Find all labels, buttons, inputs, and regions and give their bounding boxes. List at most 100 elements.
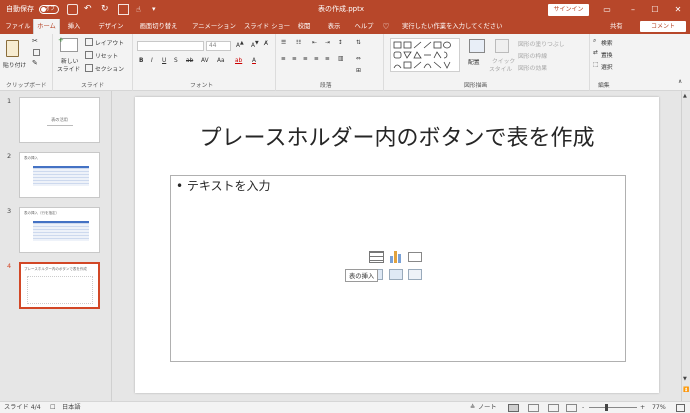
reset-icon[interactable] (85, 51, 93, 59)
numbering-icon[interactable]: ☷ (296, 40, 301, 46)
signin-button[interactable]: サインイン (548, 4, 589, 16)
spelling-icon[interactable]: ☐ (50, 402, 56, 413)
slide-title[interactable]: プレースホルダー内のボタンで表を作成 (135, 120, 659, 152)
spacing-icon[interactable]: AV (201, 58, 209, 64)
new-slide-label-2[interactable]: スライド (57, 64, 80, 73)
paste-label[interactable]: 貼り付け (3, 60, 26, 69)
placeholder-bullet-text[interactable]: • テキストを入力 (176, 177, 271, 194)
zoom-level[interactable]: 77% (652, 402, 666, 413)
insert-smartart-icon[interactable] (408, 252, 422, 262)
cut-icon[interactable]: ✂ (32, 37, 38, 45)
font-color-icon[interactable]: A (252, 58, 256, 64)
zoom-slider-track[interactable] (589, 404, 637, 411)
collapse-ribbon-icon[interactable]: ∧ (678, 79, 682, 85)
normal-view-icon[interactable] (508, 404, 519, 412)
search-icon[interactable]: ⌕ (593, 38, 596, 45)
redo-icon[interactable]: ↻ (101, 0, 109, 19)
format-painter-icon[interactable]: ✎ (32, 59, 38, 67)
comment-button[interactable]: コメント (640, 21, 686, 32)
increase-indent-icon[interactable]: ⇥ (325, 40, 330, 46)
distribute-icon[interactable]: ≡ (325, 56, 330, 62)
zoom-slider-thumb[interactable] (605, 404, 608, 411)
line-spacing-icon[interactable]: ↕ (338, 40, 343, 46)
ribbon-display-icon[interactable]: ▭ (601, 4, 613, 15)
select-button[interactable]: 選択 (601, 62, 613, 71)
insert-video-icon[interactable] (408, 269, 422, 280)
notes-icon[interactable]: ≜ (470, 402, 475, 413)
zoom-in-button[interactable]: + (640, 402, 645, 413)
quick-style-label-2[interactable]: スタイル (489, 64, 512, 73)
shape-fill-button[interactable]: 図形の塗りつぶし (518, 39, 564, 48)
tab-view[interactable]: 表示 (324, 19, 344, 34)
from-beginning-icon[interactable] (118, 4, 129, 15)
align-text-icon[interactable]: ⇔ (356, 56, 361, 62)
clear-format-icon[interactable]: A̸ (264, 41, 268, 47)
align-right-icon[interactable]: ≡ (303, 56, 308, 62)
insert-online-picture-icon[interactable] (389, 269, 403, 280)
align-left-icon[interactable]: ≡ (281, 56, 286, 62)
slideshow-view-icon[interactable] (566, 404, 577, 412)
scroll-up-icon[interactable]: ▲ (683, 93, 687, 99)
maximize-button[interactable]: ☐ (649, 4, 661, 15)
copy-icon[interactable] (33, 49, 40, 56)
thumbnail-slide-2[interactable]: 表の挿入 (19, 152, 100, 198)
align-center-icon[interactable]: ≡ (292, 56, 297, 62)
zoom-out-button[interactable]: - (582, 402, 584, 413)
italic-icon[interactable]: I (151, 58, 153, 64)
layout-icon[interactable] (85, 38, 93, 46)
save-icon[interactable] (67, 4, 78, 15)
thumbnail-slide-1[interactable]: 表の活用 (19, 97, 100, 143)
close-button[interactable]: ✕ (672, 4, 684, 15)
tab-home[interactable]: ホーム (33, 19, 60, 34)
tab-help[interactable]: ヘルプ (354, 19, 374, 34)
thumbnail-slide-3[interactable]: 表の挿入（行を指定） (19, 207, 100, 253)
arrange-icon[interactable] (469, 39, 485, 53)
undo-icon[interactable]: ↶ (84, 0, 92, 19)
fit-to-window-icon[interactable] (676, 404, 685, 412)
shadow-icon[interactable]: S (174, 58, 178, 64)
slide-sorter-icon[interactable] (528, 404, 539, 412)
select-icon[interactable]: ⬚ (593, 62, 598, 68)
tab-review[interactable]: 校閲 (294, 19, 314, 34)
font-size-dropdown[interactable]: 44 (206, 41, 231, 51)
decrease-indent-icon[interactable]: ⇤ (312, 40, 317, 46)
vertical-scrollbar[interactable]: ▲ ▼ ⏫ (681, 91, 690, 401)
bold-icon[interactable]: B (139, 58, 143, 64)
paste-icon[interactable] (6, 40, 19, 57)
content-placeholder[interactable]: • テキストを入力 表の挿入 (170, 175, 626, 362)
layout-button[interactable]: レイアウト (95, 38, 124, 47)
language-indicator[interactable]: 日本語 (62, 402, 81, 413)
justify-icon[interactable]: ≡ (314, 56, 319, 62)
prev-slide-icon[interactable]: ⏫ (683, 387, 689, 393)
tab-transitions[interactable]: 画面切り替え (135, 19, 182, 34)
tab-file[interactable]: ファイル (4, 19, 32, 34)
section-icon[interactable] (85, 64, 93, 72)
reset-button[interactable]: リセット (95, 51, 118, 60)
tab-slideshow[interactable]: スライド ショー (244, 19, 290, 34)
new-slide-icon[interactable]: + (58, 36, 78, 52)
replace-icon[interactable]: ⇄ (593, 50, 598, 56)
strike-icon[interactable]: ab (186, 58, 193, 64)
customize-qat-icon[interactable]: ▾ (152, 0, 156, 19)
highlight-icon[interactable]: ab (235, 58, 242, 64)
text-direction-icon[interactable]: ⇅ (356, 40, 361, 46)
replace-button[interactable]: 置換 (601, 50, 613, 59)
change-case-icon[interactable]: Aa (217, 58, 225, 64)
tab-animations[interactable]: アニメーション (190, 19, 238, 34)
find-button[interactable]: 検索 (601, 38, 613, 47)
slide-canvas[interactable]: プレースホルダー内のボタンで表を作成 • テキストを入力 表の挿入 (135, 97, 659, 393)
quick-style-icon[interactable] (495, 39, 509, 53)
font-name-dropdown[interactable] (137, 41, 204, 51)
shape-effect-button[interactable]: 図形の効果 (518, 63, 547, 72)
shrink-font-icon[interactable]: A▼ (251, 41, 259, 49)
shape-outline-button[interactable]: 図形の枠線 (518, 51, 547, 60)
notes-button[interactable]: ノート (478, 402, 497, 413)
columns-icon[interactable]: ▥ (338, 56, 343, 62)
section-button[interactable]: セクション (95, 64, 124, 73)
tab-design[interactable]: デザイン (95, 19, 127, 34)
reading-view-icon[interactable] (548, 404, 559, 412)
thumbnail-slide-4[interactable]: プレースホルダー内のボタンで表を作成 (19, 262, 100, 309)
bullets-icon[interactable]: ☰ (281, 40, 286, 46)
shapes-gallery[interactable] (390, 38, 460, 72)
tell-me-box[interactable]: 実行したい作業を入力してください (402, 19, 502, 34)
